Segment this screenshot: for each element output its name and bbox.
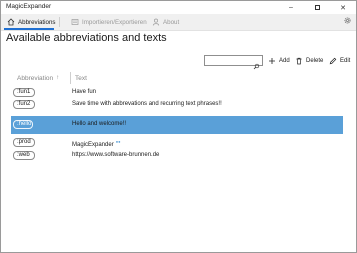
trash-icon [295, 57, 303, 65]
abbreviation-chip: :fun1 [13, 88, 35, 97]
expansion-text: Hello and welcome!! [72, 121, 127, 127]
tab-label: Abbreviations [18, 18, 56, 26]
plus-icon [268, 57, 276, 65]
search-box[interactable] [204, 55, 263, 73]
expansion-text: Have fun [72, 89, 97, 95]
page-title: Available abbreviations and texts [6, 32, 167, 44]
table-row[interactable]: :prod MagicExpander●● [11, 136, 343, 149]
table-row[interactable]: :fun2 Save time with abbrevations and re… [11, 98, 343, 111]
expansion-text-value: MagicExpander [72, 142, 114, 148]
edit-button[interactable]: Edit [329, 54, 350, 67]
edit-label: Edit [340, 57, 351, 64]
link-icon: ●● [115, 139, 121, 144]
tab-about[interactable]: About [152, 14, 179, 30]
search-icon[interactable] [253, 57, 260, 70]
nav-divider [59, 17, 60, 27]
expansion-text: Save time with abbrevations and recurrin… [72, 101, 222, 107]
minimize-button[interactable]: – [278, 1, 304, 14]
tab-label: About [163, 18, 180, 26]
abbreviation-chip: :hello [13, 120, 33, 129]
person-icon [152, 18, 160, 26]
column-header-abbreviation[interactable]: Abbreviation ↑ [17, 73, 59, 83]
add-label: Add [279, 57, 290, 64]
column-divider[interactable] [70, 72, 71, 84]
column-header-label: Abbreviation [17, 74, 54, 82]
delete-button[interactable]: Delete [295, 54, 323, 67]
window-title: MagicExpander [6, 3, 52, 10]
table-row[interactable]: :web https://www.software-brunnen.de [11, 149, 343, 162]
expansion-text: https://www.software-brunnen.de [72, 152, 160, 158]
tab-import-export[interactable]: Importieren/Exportieren [71, 14, 147, 30]
import-export-icon [71, 18, 79, 26]
maximize-icon [314, 5, 320, 10]
app-window: MagicExpander – ✕ Abbreviations Importie… [0, 0, 357, 253]
abbreviation-chip: :web [13, 151, 35, 160]
abbreviation-chip: :fun2 [13, 100, 35, 109]
abbreviation-chip: :prod [13, 138, 35, 147]
settings-button[interactable] [342, 16, 352, 26]
expansion-text: MagicExpander●● [72, 139, 121, 148]
add-button[interactable]: Add [268, 54, 290, 67]
delete-label: Delete [306, 57, 324, 64]
column-header-text[interactable]: Text [75, 73, 87, 83]
table-row-selected[interactable]: :hello Hello and welcome!! [11, 116, 343, 134]
title-bar: MagicExpander – ✕ [1, 1, 356, 14]
navigation-bar: Abbreviations Importieren/Exportieren Ab… [1, 14, 356, 31]
active-tab-indicator [4, 28, 54, 30]
tab-label: Importieren/Exportieren [82, 18, 147, 26]
maximize-button[interactable] [304, 1, 330, 14]
pencil-icon [329, 57, 337, 65]
column-header-label: Text [75, 74, 87, 82]
search-input[interactable] [205, 63, 257, 73]
gear-icon [343, 12, 352, 30]
sort-ascending-icon: ↑ [56, 75, 60, 81]
home-icon [7, 18, 15, 26]
